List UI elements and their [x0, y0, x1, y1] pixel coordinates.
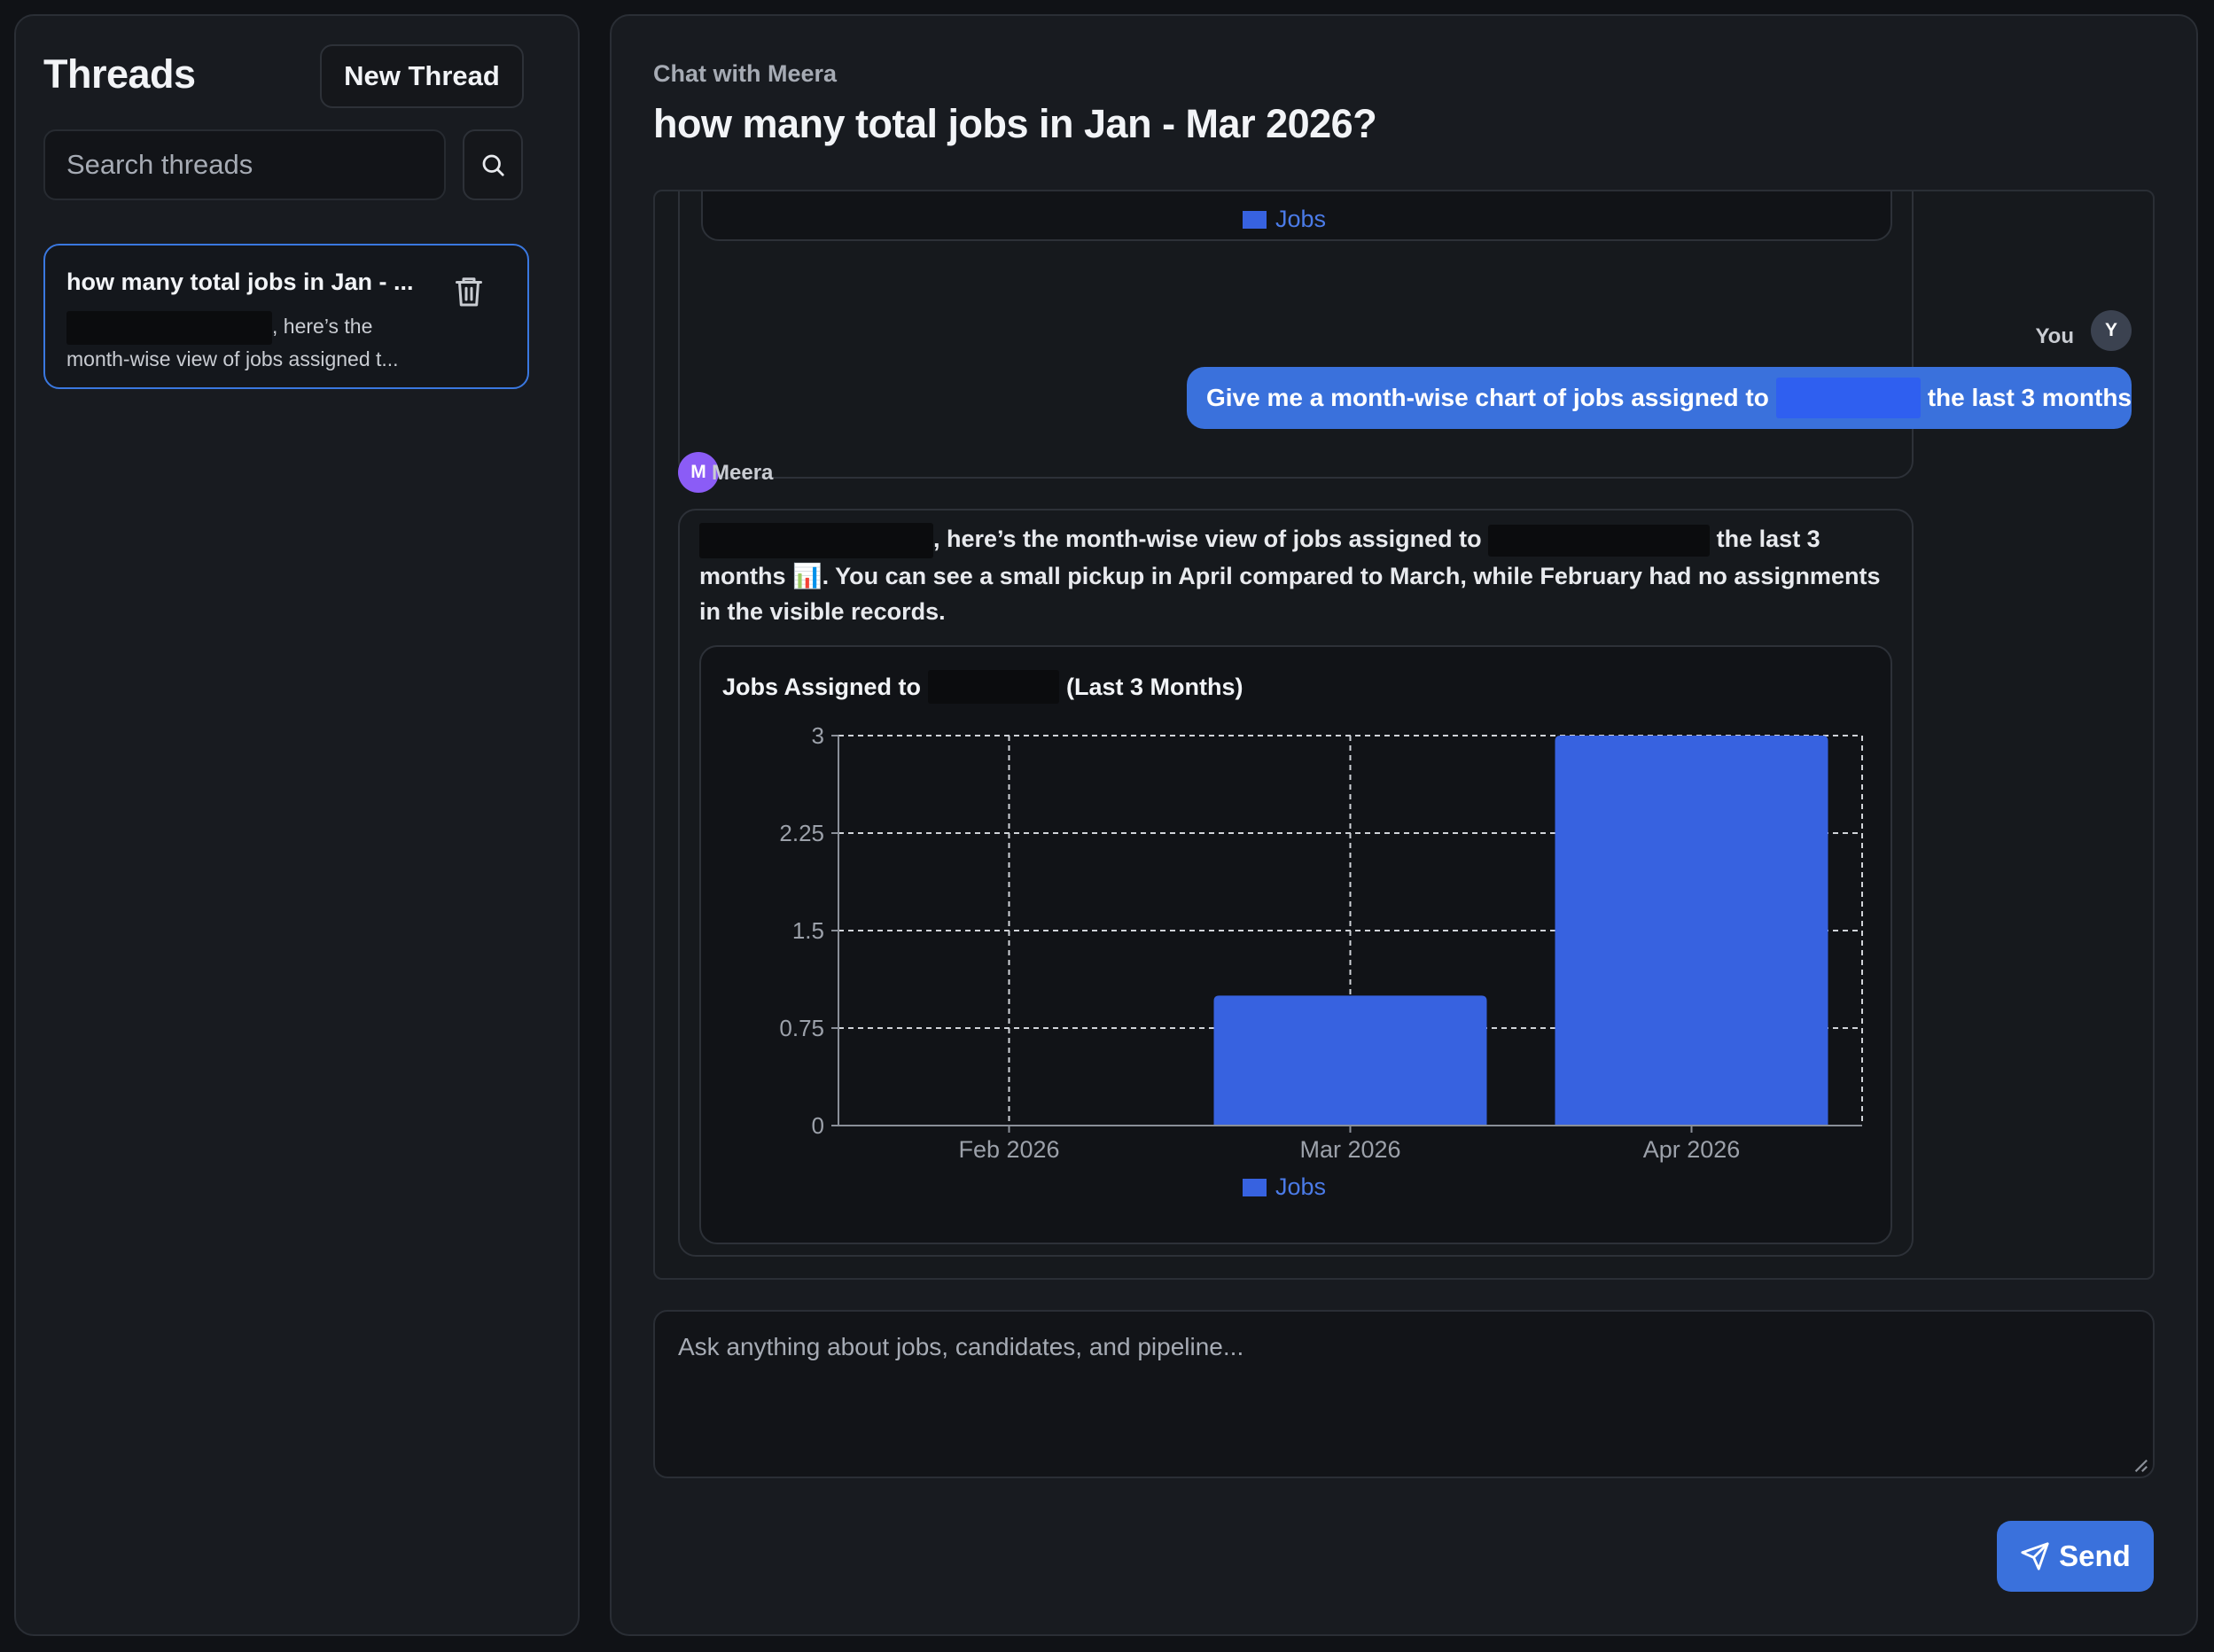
message-list[interactable]: Jobs You Y Give me a month-wise chart of…: [653, 190, 2155, 1280]
send-button[interactable]: Send: [1997, 1521, 2154, 1592]
user-message-text: Give me a month-wise chart of jobs assig…: [1206, 384, 1769, 411]
redacted-block: [66, 311, 272, 345]
message-input[interactable]: [653, 1310, 2155, 1478]
search-icon: [482, 154, 504, 176]
user-message-text-end: the last 3 months: [1927, 384, 2132, 411]
threads-title: Threads: [43, 51, 196, 97]
y-tick-label: 0.75: [779, 1015, 824, 1041]
send-icon: [2021, 1542, 2049, 1570]
assistant-text-part-3: . You can see a small pickup in April co…: [699, 562, 1881, 625]
x-tick-label: Apr 2026: [1643, 1136, 1741, 1163]
user-message-bubble: Give me a month-wise chart of jobs assig…: [1187, 367, 2132, 429]
legend-swatch: [1243, 210, 1267, 229]
new-thread-button[interactable]: New Thread: [320, 44, 524, 108]
redacted-block: [1775, 378, 1921, 418]
thread-title: how many total jobs in Jan - ...: [66, 269, 414, 295]
y-tick-label: 0: [812, 1112, 824, 1139]
y-tick-label: 2.25: [779, 820, 824, 846]
thread-item[interactable]: how many total jobs in Jan - ... , here’…: [43, 244, 529, 389]
x-tick-label: Mar 2026: [1299, 1136, 1400, 1163]
search-threads-input[interactable]: [43, 129, 446, 200]
y-tick-label: 1.5: [792, 917, 824, 944]
chart-emoji: 📊: [792, 562, 822, 589]
chat-subtitle: Chat with Meera: [653, 60, 838, 87]
legend-swatch: [1243, 1178, 1267, 1196]
x-tick-label: Feb 2026: [958, 1136, 1059, 1163]
redacted-block: [699, 522, 933, 558]
chart-legend: Jobs: [1243, 1173, 1326, 1201]
chart-card: Jobs Assigned to (Last 3 Months) 0 0.75 1.…: [699, 645, 1892, 1244]
previous-chart-legend: Jobs: [1243, 206, 1326, 233]
y-tick-label: 3: [812, 722, 824, 749]
redacted-block: [1488, 524, 1711, 557]
assistant-message-text: , here’s the month-wise view of jobs ass…: [699, 521, 1887, 629]
user-label: You: [2035, 324, 2074, 348]
send-label: Send: [2059, 1539, 2131, 1572]
bar: [1213, 995, 1487, 1126]
resize-handle-icon[interactable]: [2132, 1457, 2148, 1473]
chat-title: how many total jobs in Jan - Mar 2026?: [653, 101, 1377, 146]
bar-chart: 0 0.75 1.5 2.25 3 Feb 2026 Mar 2026 Apr 2026: [779, 722, 1863, 1163]
user-avatar: Y: [2091, 310, 2132, 351]
assistant-label: Meera: [712, 461, 774, 485]
search-button[interactable]: [463, 129, 523, 200]
trash-icon[interactable]: [453, 274, 485, 309]
assistant-text-part-1: , here’s the month-wise view of jobs ass…: [933, 526, 1482, 552]
legend-label: Jobs: [1275, 1173, 1327, 1200]
bar: [1555, 736, 1828, 1126]
legend-label: Jobs: [1275, 206, 1327, 232]
thread-preview: , here’s the month-wise view of jobs ass…: [66, 311, 439, 374]
